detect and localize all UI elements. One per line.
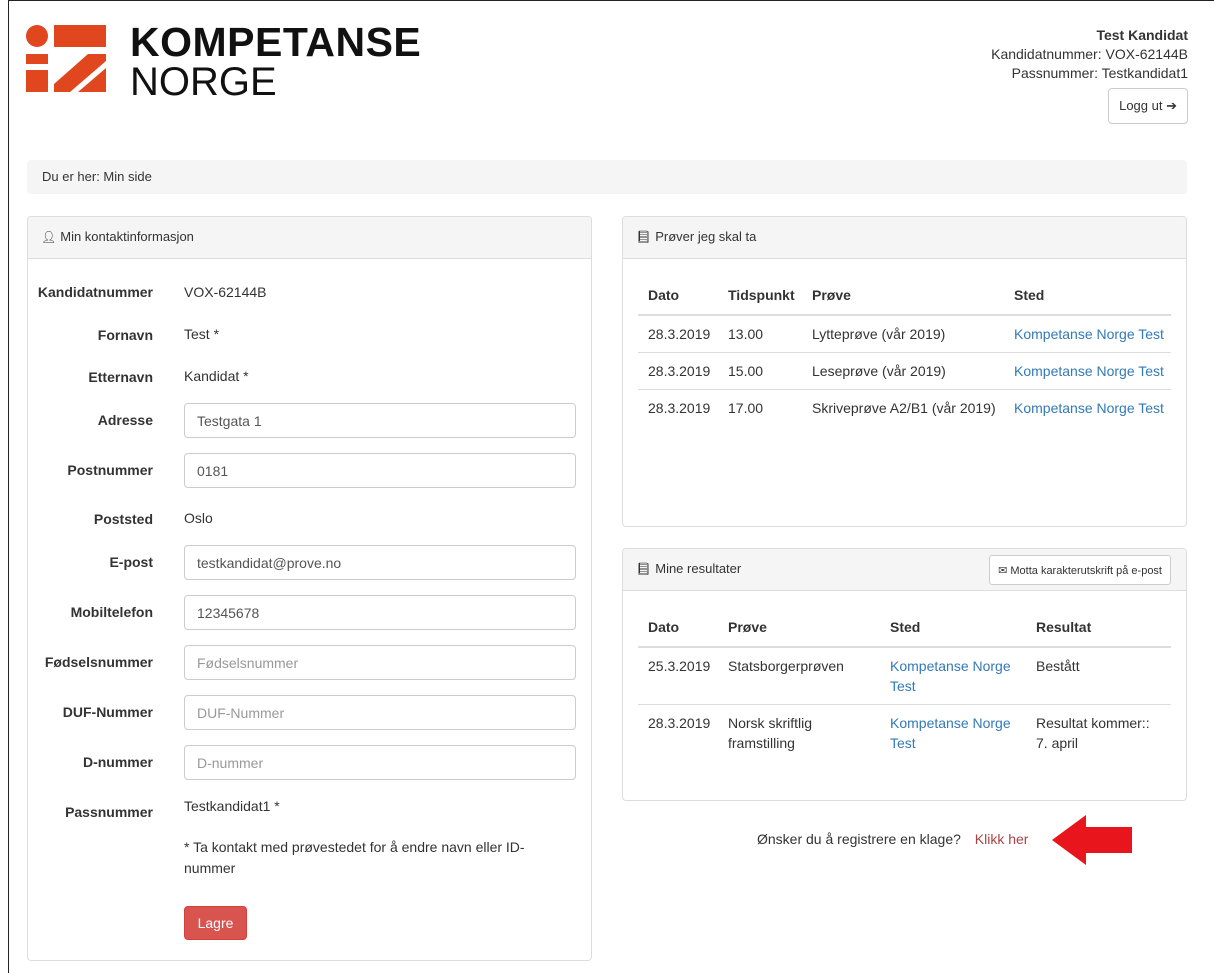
fornavn-label: Fornavn xyxy=(97,327,153,343)
d-nummer-label: D-nummer xyxy=(82,754,153,770)
sted-link[interactable]: Kompetanse Norge Test xyxy=(1014,363,1164,379)
poststed-value: Oslo xyxy=(184,510,213,526)
complaint-link[interactable]: Klikk her xyxy=(975,831,1029,847)
passnummer-label: Passnummer xyxy=(65,804,153,820)
logout-button[interactable]: Logg ut ➔ xyxy=(1108,88,1188,124)
email-input[interactable] xyxy=(184,545,576,580)
epost-label: E-post xyxy=(109,554,153,570)
user-name: Test Kandidat xyxy=(1096,27,1188,43)
d-nummer-input[interactable] xyxy=(184,745,576,780)
adresse-label: Adresse xyxy=(97,412,153,428)
col-resultat: Resultat xyxy=(1026,607,1171,648)
fodselsnummer-input[interactable] xyxy=(184,645,576,680)
contact-note: * Ta kontakt med prøvestedet for å endre… xyxy=(184,839,525,876)
cell-dato: 28.3.2019 xyxy=(648,326,711,342)
brand-logo[interactable]: KOMPETANSE NORGE xyxy=(26,19,426,104)
tests-table: Dato Tidspunkt Prøve Sted 28.3.2019 13.0… xyxy=(638,275,1171,426)
etternavn-value: Kandidat * xyxy=(184,368,249,384)
cell-tid: 17.00 xyxy=(718,389,802,426)
sted-link[interactable]: Kompetanse Norge Test xyxy=(890,715,1011,751)
sted-link[interactable]: Kompetanse Norge Test xyxy=(890,658,1011,694)
results-panel-heading: 📘︎ Mine resultater ✉ Motta karakterutskri… xyxy=(623,549,1186,591)
cell-dato: 28.3.2019 xyxy=(638,704,718,761)
duf-nummer-input[interactable] xyxy=(184,695,576,730)
table-row: 28.3.2019 17.00 Skriveprøve A2/B1 (vår 2… xyxy=(638,389,1171,426)
cell-resultat: Bestått xyxy=(1036,658,1080,674)
contact-panel-heading: 👤︎ Min kontaktinformasjon xyxy=(28,217,591,259)
etternavn-label: Etternavn xyxy=(88,369,153,385)
cell-dato: 28.3.2019 xyxy=(638,389,718,426)
sted-link[interactable]: Kompetanse Norge Test xyxy=(1014,400,1164,416)
fodselsnummer-label: Fødselsnummer xyxy=(44,654,153,670)
passnummer-value: Testkandidat1 * xyxy=(184,798,280,814)
col-sted: Sted xyxy=(1004,275,1171,316)
user-icon: 👤︎ xyxy=(41,230,57,244)
col-sted: Sted xyxy=(880,607,1026,648)
book-icon: 📘︎ xyxy=(636,230,652,244)
duf-nummer-label: DUF-Nummer xyxy=(62,704,153,720)
col-dato: Dato xyxy=(638,607,718,648)
cell-tid: 13.00 xyxy=(728,326,764,342)
user-info: Test Kandidat Kandidatnummer: VOX-62144B… xyxy=(991,26,1188,124)
email-transcript-button[interactable]: ✉ Motta karakterutskrift på e-post xyxy=(989,555,1171,585)
user-kandidatnummer: Kandidatnummer: VOX-62144B xyxy=(991,46,1188,62)
contact-panel: 👤︎ Min kontaktinformasjon Kandidatnummer … xyxy=(27,216,592,961)
mobiltelefon-label: Mobiltelefon xyxy=(70,604,153,620)
envelope-icon: ✉ xyxy=(998,564,1008,577)
tests-panel-heading: 📘︎ Prøver jeg skal ta xyxy=(623,217,1186,259)
upcoming-tests-panel: 📘︎ Prøver jeg skal ta Dato Tidspunkt Prøv… xyxy=(622,216,1187,527)
results-table: Dato Prøve Sted Resultat 25.3.2019 Stats… xyxy=(638,607,1171,761)
fornavn-value: Test * xyxy=(184,326,220,342)
postnummer-label: Postnummer xyxy=(67,462,153,478)
tests-heading: Prøver jeg skal ta xyxy=(655,229,757,244)
adresse-input[interactable] xyxy=(184,403,576,438)
col-prove: Prøve xyxy=(802,275,1004,316)
sted-link[interactable]: Kompetanse Norge Test xyxy=(1014,326,1164,342)
save-button[interactable]: Lagre xyxy=(184,906,247,940)
table-row: 28.3.2019 15.00 Leseprøve (vår 2019) Kom… xyxy=(638,352,1171,390)
cell-dato: 28.3.2019 xyxy=(638,352,718,390)
table-row: 25.3.2019 Statsborgerprøven Kompetanse N… xyxy=(638,647,1171,705)
mobiltelefon-input[interactable] xyxy=(184,595,576,630)
contact-heading: Min kontaktinformasjon xyxy=(60,229,194,244)
cell-resultat: Resultat kommer:: 7. april xyxy=(1026,704,1171,761)
postnummer-input[interactable] xyxy=(184,453,576,488)
cell-prove: Skriveprøve A2/B1 (vår 2019) xyxy=(802,389,1004,426)
sign-out-icon: ➔ xyxy=(1166,98,1177,113)
cell-dato: 25.3.2019 xyxy=(648,658,711,674)
complaint-question: Ønsker du å registrere en klage? xyxy=(757,831,961,847)
cell-tid: 15.00 xyxy=(718,352,802,390)
complaint-prompt: Ønsker du å registrere en klage? Klikk h… xyxy=(757,831,1028,847)
cell-prove: Norsk skriftlig framstilling xyxy=(718,704,880,761)
results-panel: 📘︎ Mine resultater ✉ Motta karakterutskri… xyxy=(622,548,1187,801)
cell-prove: Statsborgerprøven xyxy=(728,658,844,674)
table-row: 28.3.2019 Norsk skriftlig framstilling K… xyxy=(638,704,1171,761)
col-tidspunkt: Tidspunkt xyxy=(718,275,802,316)
breadcrumb: Du er her: Min side xyxy=(27,160,1187,194)
table-row: 28.3.2019 13.00 Lytteprøve (vår 2019) Ko… xyxy=(638,315,1171,353)
logo-word-norge: NORGE xyxy=(130,60,277,104)
arrow-left-icon xyxy=(1052,815,1132,865)
email-transcript-label: Motta karakterutskrift på e-post xyxy=(1010,564,1162,577)
book-icon: 📘︎ xyxy=(636,562,652,576)
cell-prove: Lytteprøve (vår 2019) xyxy=(812,326,946,342)
col-dato: Dato xyxy=(638,275,718,316)
col-prove: Prøve xyxy=(718,607,880,648)
user-passnummer: Passnummer: Testkandidat1 xyxy=(1011,65,1188,81)
cell-prove: Leseprøve (vår 2019) xyxy=(802,352,1004,390)
poststed-label: Poststed xyxy=(93,511,153,527)
kandidatnummer-value: VOX-62144B xyxy=(184,284,267,300)
results-heading: Mine resultater xyxy=(655,561,742,576)
logo-mark-icon xyxy=(26,25,106,92)
logo-word-kompetanse: KOMPETANSE xyxy=(130,19,422,65)
kandidatnummer-label: Kandidatnummer xyxy=(37,284,153,300)
logout-label: Logg ut xyxy=(1119,98,1163,113)
